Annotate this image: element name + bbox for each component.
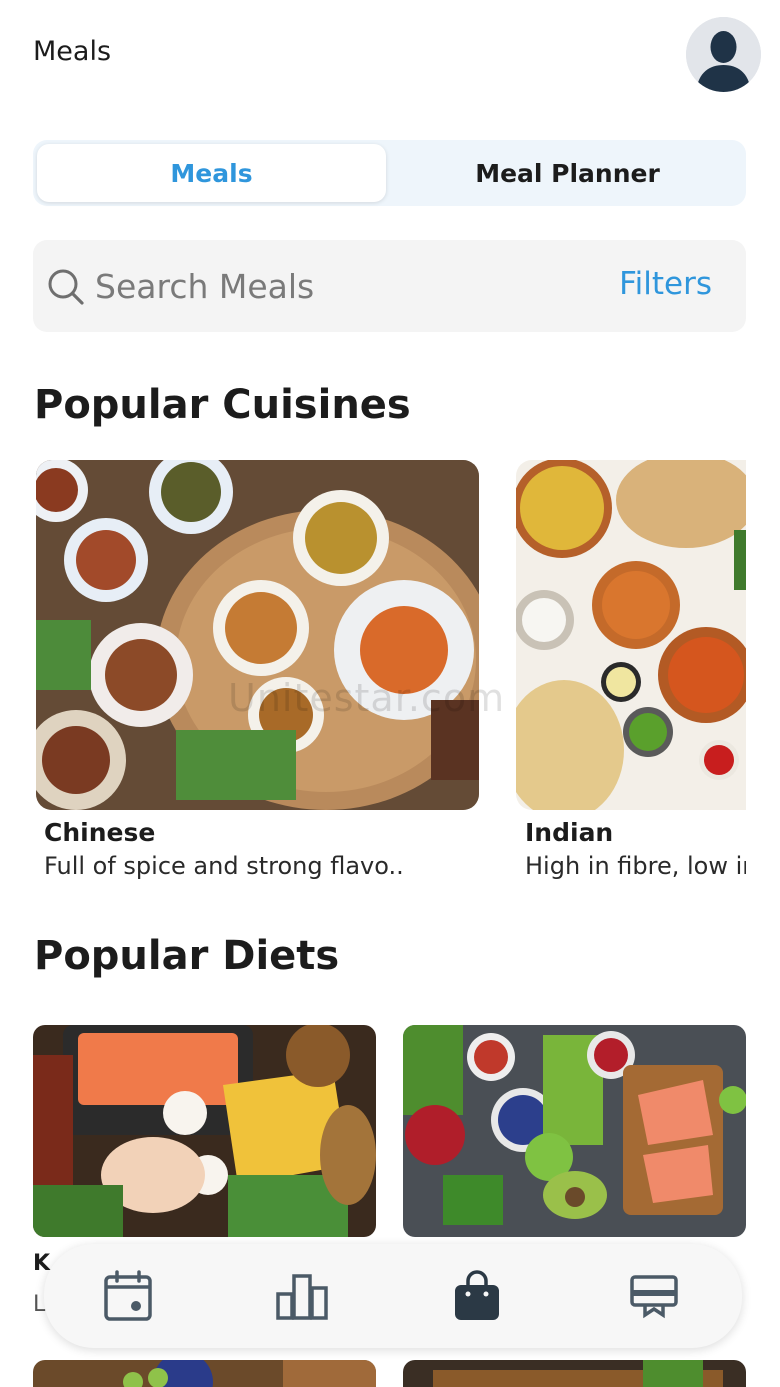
search-bar: Filters bbox=[33, 240, 746, 332]
cuisine-name: Chinese bbox=[44, 818, 156, 847]
app-header: Meals bbox=[0, 0, 780, 110]
cuisine-name: Indian bbox=[525, 818, 614, 847]
calendar-icon[interactable] bbox=[100, 1268, 156, 1324]
popular-cuisines-heading: Popular Cuisines bbox=[34, 382, 411, 428]
diet-name: K bbox=[33, 1251, 51, 1276]
cuisine-description: High in fibre, low in bbox=[525, 852, 746, 880]
diet-card-image[interactable] bbox=[403, 1360, 746, 1387]
user-avatar-icon[interactable] bbox=[686, 17, 761, 92]
cuisine-card-indian-image[interactable] bbox=[516, 460, 746, 810]
diet-card-image[interactable] bbox=[33, 1025, 376, 1237]
diet-card-image[interactable] bbox=[403, 1025, 746, 1237]
bottom-navigation bbox=[44, 1244, 742, 1348]
search-icon bbox=[47, 268, 85, 306]
cuisine-card-chinese-image[interactable] bbox=[36, 460, 479, 810]
search-input[interactable] bbox=[95, 262, 535, 310]
segmented-tabs: Meals Meal Planner bbox=[33, 140, 746, 206]
page-title: Meals bbox=[33, 36, 112, 67]
shopping-bag-icon[interactable] bbox=[449, 1268, 505, 1324]
diet-card-image[interactable] bbox=[33, 1360, 376, 1387]
popular-diets-heading: Popular Diets bbox=[34, 933, 340, 979]
monitor-icon[interactable] bbox=[626, 1268, 682, 1324]
filters-button[interactable]: Filters bbox=[619, 266, 712, 302]
tab-meal-planner[interactable]: Meal Planner bbox=[393, 144, 742, 202]
watermark: Unitestar.com bbox=[228, 676, 506, 720]
bar-chart-icon[interactable] bbox=[274, 1268, 330, 1324]
cuisine-description: Full of spice and strong flavo.. bbox=[44, 852, 404, 880]
tab-meals[interactable]: Meals bbox=[37, 144, 386, 202]
